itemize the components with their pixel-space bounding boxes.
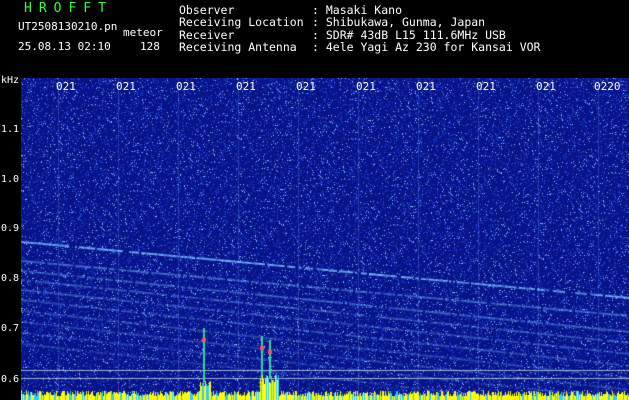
count-value: 128 <box>140 40 160 53</box>
station-info: Observer: Masaki Kano Receiving Location… <box>179 4 540 53</box>
info-antenna-value: : 4ele Yagi Az 230 for Kansai VOR <box>312 39 541 54</box>
time-tick-label: 021 <box>236 80 256 93</box>
time-tick-label: 021 <box>356 80 376 93</box>
y-tick-label: 0.6 <box>0 374 19 385</box>
file-name: UT2508130210.pn <box>18 20 118 33</box>
y-tick-label: 0.9 <box>0 223 19 234</box>
time-tick-label: 021 <box>416 80 436 93</box>
time-tick-label: 0220 <box>594 80 621 93</box>
header-panel: HROFFT UT2508130210.pn meteor 25.08.13 0… <box>0 0 629 78</box>
y-tick-label: 1.0 <box>0 174 19 185</box>
info-location-key: Receiving Location <box>179 15 304 30</box>
frequency-unit-label: kHz <box>1 75 20 86</box>
time-tick-label: 021 <box>296 80 316 93</box>
datetime: 25.08.13 02:10 <box>18 40 111 53</box>
info-antenna-key: Receiving Antenna <box>179 39 297 54</box>
mode-label: meteor <box>123 26 163 39</box>
time-tick-label: 021 <box>176 80 196 93</box>
y-tick-label: 1.1 <box>0 124 19 135</box>
time-tick-label: 021 <box>56 80 76 93</box>
info-antenna: Receiving Antenna : 4ele Yagi Az 230 for … <box>179 39 541 54</box>
app-title: HROFFT <box>24 1 113 16</box>
time-tick-label: 021 <box>116 80 136 93</box>
y-tick-label: 0.8 <box>0 273 19 284</box>
time-tick-label: 021 <box>476 80 496 93</box>
time-tick-label: 021 <box>536 80 556 93</box>
y-tick-label: 0.7 <box>0 323 19 334</box>
spectrogram-canvas <box>21 78 629 400</box>
